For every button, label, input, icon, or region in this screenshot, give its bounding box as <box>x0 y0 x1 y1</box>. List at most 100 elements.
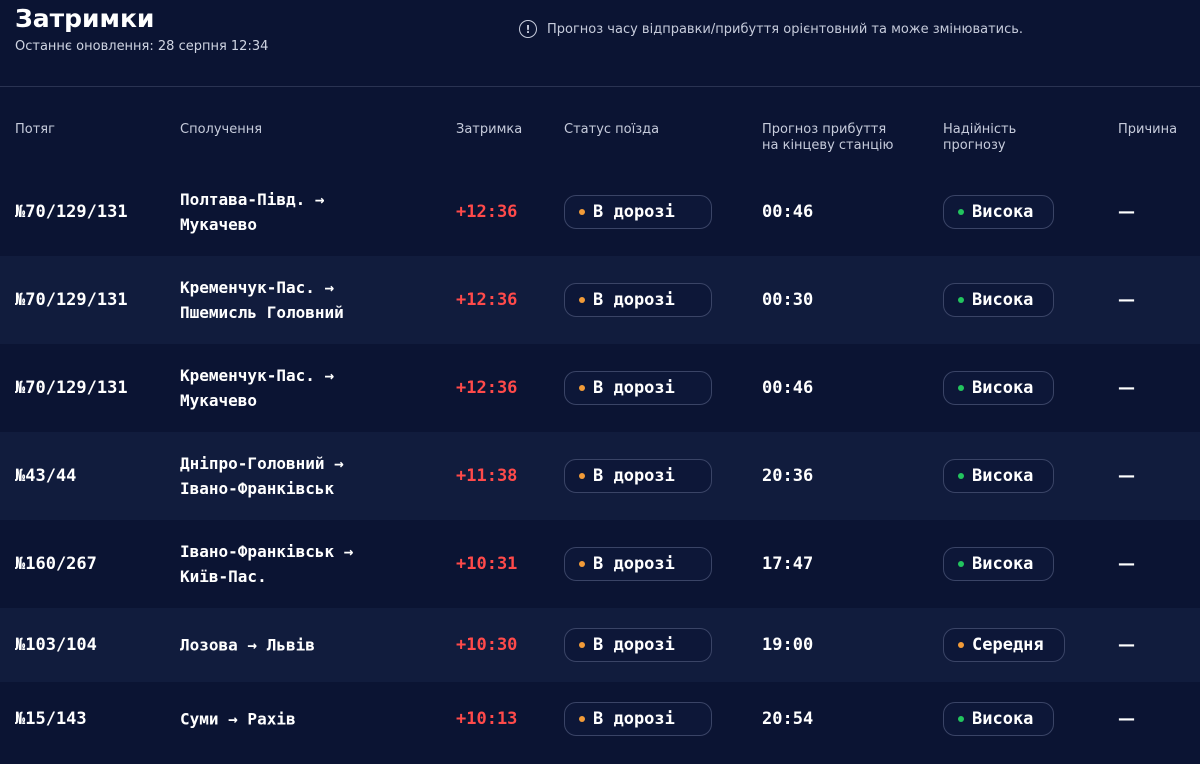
route-line2: Пшемисль Головний <box>180 303 344 322</box>
reliability-dot-icon <box>958 473 964 479</box>
delay-value: +10:31 <box>456 554 518 574</box>
table-row[interactable]: №103/104 Лозова → Львів +10:30 В дорозі 19:0… <box>0 608 1200 682</box>
page-title: Затримки <box>15 4 155 33</box>
delay-value: +12:36 <box>456 290 518 310</box>
status-label: В дорозі <box>593 202 675 222</box>
forecast-note-text: Прогноз часу відправки/прибуття орієнтов… <box>547 21 1024 37</box>
eta-value: 00:46 <box>762 378 814 398</box>
status-badge: В дорозі <box>564 459 712 493</box>
table-header: Потяг Сполучення Затримка Статус поїзда … <box>0 86 1200 170</box>
col-reliability-line2: прогнозу <box>943 138 1006 153</box>
route-line1: Лозова → Львів <box>180 635 315 655</box>
reason-value: — <box>1118 202 1135 222</box>
table-row[interactable]: №43/44 Дніпро-Головний → Івано-Франківськ +… <box>0 432 1200 520</box>
forecast-note: ! Прогноз часу відправки/прибуття орієнт… <box>519 20 1023 38</box>
col-eta[interactable]: Прогноз прибуття на кінцеву станцію <box>762 122 894 154</box>
reason-value: — <box>1118 709 1135 729</box>
delays-table-body: №70/129/131 Полтава-Півд. → Мукачево +12:36… <box>0 168 1200 756</box>
route-line1: Полтава-Півд. → <box>180 190 325 209</box>
route-line1: Кременчук-Пас. → <box>180 366 335 385</box>
status-label: В дорозі <box>593 635 675 655</box>
eta-value: 19:00 <box>762 635 814 655</box>
route: Івано-Франківськ → Київ-Пас. <box>180 539 353 589</box>
last-updated: Останнє оновлення: 28 серпня 12:34 <box>15 39 269 54</box>
status-label: В дорозі <box>593 709 675 729</box>
delay-value: +12:36 <box>456 378 518 398</box>
col-reliability-line1: Надійність <box>943 122 1017 137</box>
col-eta-line2: на кінцеву станцію <box>762 138 894 153</box>
status-badge: В дорозі <box>564 628 712 662</box>
reliability-dot-icon <box>958 642 964 648</box>
route-line1: Дніпро-Головний → <box>180 454 344 473</box>
reliability-dot-icon <box>958 297 964 303</box>
col-reliability[interactable]: Надійність прогнозу <box>943 122 1016 154</box>
table-row[interactable]: №15/143 Суми → Рахів +10:13 В дорозі 20:54 Ви… <box>0 682 1200 756</box>
train-number[interactable]: №160/267 <box>15 554 97 574</box>
delay-value: +10:13 <box>456 709 518 729</box>
reliability-badge: Середня <box>943 628 1065 662</box>
status-badge: В дорозі <box>564 702 712 736</box>
eta-value: 00:46 <box>762 202 814 222</box>
train-number[interactable]: №70/129/131 <box>15 290 128 310</box>
reliability-label: Висока <box>972 709 1034 729</box>
col-delay[interactable]: Затримка <box>456 122 522 138</box>
reason-value: — <box>1118 290 1135 310</box>
train-number[interactable]: №103/104 <box>15 635 97 655</box>
status-badge: В дорозі <box>564 547 712 581</box>
reliability-badge: Висока <box>943 283 1055 317</box>
reliability-label: Середня <box>972 635 1044 655</box>
route-line2: Івано-Франківськ <box>180 479 335 498</box>
train-number[interactable]: №70/129/131 <box>15 202 128 222</box>
status-dot-icon <box>579 473 585 479</box>
reason-value: — <box>1118 554 1135 574</box>
col-route[interactable]: Сполучення <box>180 122 262 138</box>
route: Кременчук-Пас. → Мукачево <box>180 363 334 413</box>
route-line2: Мукачево <box>180 391 258 410</box>
route-line1: Кременчук-Пас. → <box>180 278 335 297</box>
page-header: Затримки Останнє оновлення: 28 серпня 12… <box>0 0 1200 87</box>
reliability-label: Висока <box>972 554 1034 574</box>
route-line1: Івано-Франківськ → <box>180 542 354 561</box>
table-row[interactable]: №70/129/131 Полтава-Півд. → Мукачево +12:36… <box>0 168 1200 256</box>
col-status[interactable]: Статус поїзда <box>564 122 659 138</box>
train-number[interactable]: №43/44 <box>15 466 76 486</box>
status-dot-icon <box>579 642 585 648</box>
reason-value: — <box>1118 635 1135 655</box>
reliability-label: Висока <box>972 466 1034 486</box>
route-line1: Суми → Рахів <box>180 709 296 729</box>
reliability-label: Висока <box>972 290 1034 310</box>
table-row[interactable]: №70/129/131 Кременчук-Пас. → Мукачево +12:3… <box>0 344 1200 432</box>
reliability-badge: Висока <box>943 702 1055 736</box>
table-row[interactable]: №70/129/131 Кременчук-Пас. → Пшемисль Голо… <box>0 256 1200 344</box>
col-train[interactable]: Потяг <box>15 122 55 138</box>
table-row[interactable]: №160/267 Івано-Франківськ → Київ-Пас. +10:3… <box>0 520 1200 608</box>
status-badge: В дорозі <box>564 283 712 317</box>
route: Дніпро-Головний → Івано-Франківськ <box>180 451 344 501</box>
train-number[interactable]: №15/143 <box>15 709 87 729</box>
reliability-badge: Висока <box>943 459 1055 493</box>
reason-value: — <box>1118 378 1135 398</box>
reliability-badge: Висока <box>943 371 1055 405</box>
status-dot-icon <box>579 561 585 567</box>
col-reason[interactable]: Причина <box>1118 122 1177 138</box>
info-icon: ! <box>519 20 537 38</box>
status-dot-icon <box>579 385 585 391</box>
status-label: В дорозі <box>593 466 675 486</box>
route: Полтава-Півд. → Мукачево <box>180 187 325 237</box>
status-dot-icon <box>579 209 585 215</box>
reliability-dot-icon <box>958 385 964 391</box>
train-number[interactable]: №70/129/131 <box>15 378 128 398</box>
status-label: В дорозі <box>593 290 675 310</box>
route-line2: Мукачево <box>180 215 258 234</box>
route-line2: Київ-Пас. <box>180 567 267 586</box>
reliability-dot-icon <box>958 209 964 215</box>
route: Суми → Рахів <box>180 707 296 732</box>
eta-value: 20:36 <box>762 466 814 486</box>
status-label: В дорозі <box>593 554 675 574</box>
delay-value: +10:30 <box>456 635 518 655</box>
route: Лозова → Львів <box>180 633 315 658</box>
reliability-label: Висока <box>972 378 1034 398</box>
reliability-badge: Висока <box>943 547 1055 581</box>
reliability-dot-icon <box>958 716 964 722</box>
eta-value: 00:30 <box>762 290 814 310</box>
